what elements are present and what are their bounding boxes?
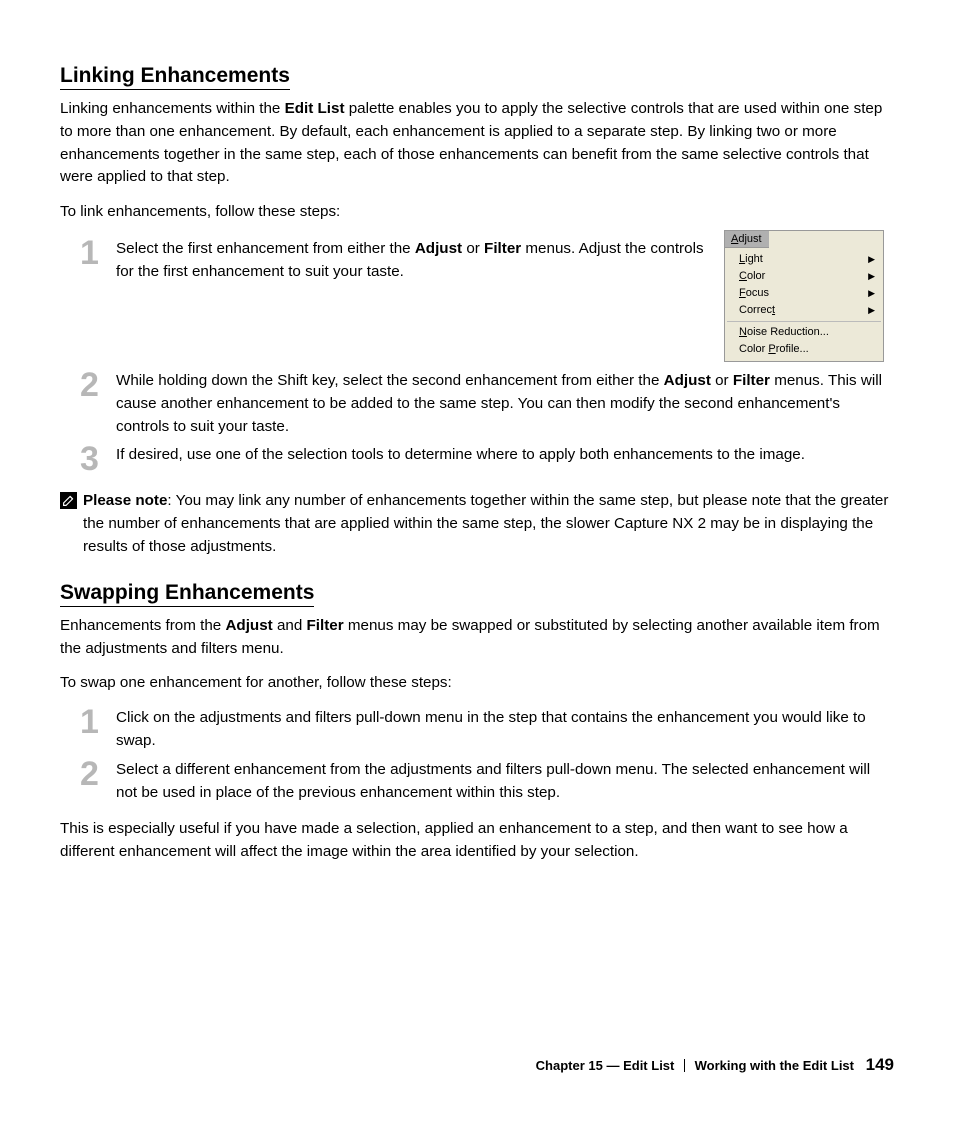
intro-paragraph: Linking enhancements within the Edit Lis… — [60, 98, 894, 189]
bold-edit-list: Edit List — [285, 100, 345, 117]
step-number: 2 — [80, 368, 116, 438]
bold-adjust: Adjust — [664, 372, 711, 389]
heading-swapping-enhancements: Swapping Enhancements — [60, 581, 314, 607]
submenu-arrow-icon: ▶ — [868, 288, 875, 299]
text: Linking enhancements within the — [60, 100, 285, 117]
step-2: 2 Select a different enhancement from th… — [60, 759, 894, 805]
adjust-menu-screenshot: Adjust Light▶ Color▶ Focus▶ Correct▶ Noi… — [724, 230, 884, 362]
menu-separator — [727, 321, 881, 322]
bold-adjust: Adjust — [225, 617, 272, 634]
step-number: 1 — [80, 705, 116, 753]
step-2: 2 While holding down the Shift key, sele… — [60, 370, 894, 438]
text: or — [462, 240, 484, 257]
text: Enhancements from the — [60, 617, 225, 634]
submenu-arrow-icon: ▶ — [868, 305, 875, 316]
step-1: 1 Select the first enhancement from eith… — [60, 238, 704, 284]
menu-item-correct: Correct▶ — [725, 302, 883, 319]
step-text: Click on the adjustments and filters pul… — [116, 707, 894, 753]
lead-text: To link enhancements, follow these steps… — [60, 201, 894, 224]
note-label: Please note — [83, 492, 167, 509]
step-number: 2 — [80, 757, 116, 805]
submenu-arrow-icon: ▶ — [868, 271, 875, 282]
step-text: While holding down the Shift key, select… — [116, 370, 894, 438]
pencil-note-icon — [60, 492, 77, 509]
bold-adjust: Adjust — [415, 240, 462, 257]
note-block: Please note: You may link any number of … — [60, 490, 894, 558]
step-number: 3 — [80, 442, 116, 476]
text: : You may link any number of enhancement… — [83, 492, 888, 555]
text: While holding down the Shift key, select… — [116, 372, 664, 389]
intro-paragraph: Enhancements from the Adjust and Filter … — [60, 615, 894, 661]
step-3: 3 If desired, use one of the selection t… — [60, 444, 894, 476]
bold-filter: Filter — [484, 240, 521, 257]
footer-divider — [684, 1059, 685, 1072]
step-text: Select a different enhancement from the … — [116, 759, 894, 805]
step-text: If desired, use one of the selection too… — [116, 444, 894, 476]
text: and — [273, 617, 307, 634]
step-number: 1 — [80, 236, 116, 284]
menu-item-color: Color▶ — [725, 268, 883, 285]
submenu-arrow-icon: ▶ — [868, 254, 875, 265]
bold-filter: Filter — [307, 617, 344, 634]
footer-chapter: Chapter 15 — Edit List — [536, 1058, 675, 1073]
note-text: Please note: You may link any number of … — [83, 490, 894, 558]
page-number: 149 — [866, 1055, 894, 1074]
bold-filter: Filter — [733, 372, 770, 389]
text: or — [711, 372, 733, 389]
outro-paragraph: This is especially useful if you have ma… — [60, 818, 894, 864]
lead-text: To swap one enhancement for another, fol… — [60, 672, 894, 695]
menu-item-light: Light▶ — [725, 251, 883, 268]
menu-item-focus: Focus▶ — [725, 285, 883, 302]
page-footer: Chapter 15 — Edit List Working with the … — [536, 1055, 894, 1075]
menu-title-adjust: Adjust — [725, 231, 769, 248]
menu-item-color-profile: Color Profile... — [725, 341, 883, 358]
footer-section: Working with the Edit List — [695, 1058, 854, 1073]
step-text: Select the first enhancement from either… — [116, 238, 704, 284]
menu-item-noise-reduction: Noise Reduction... — [725, 324, 883, 341]
heading-linking-enhancements: Linking Enhancements — [60, 64, 290, 90]
text: Select the first enhancement from either… — [116, 240, 415, 257]
step-1: 1 Click on the adjustments and filters p… — [60, 707, 894, 753]
